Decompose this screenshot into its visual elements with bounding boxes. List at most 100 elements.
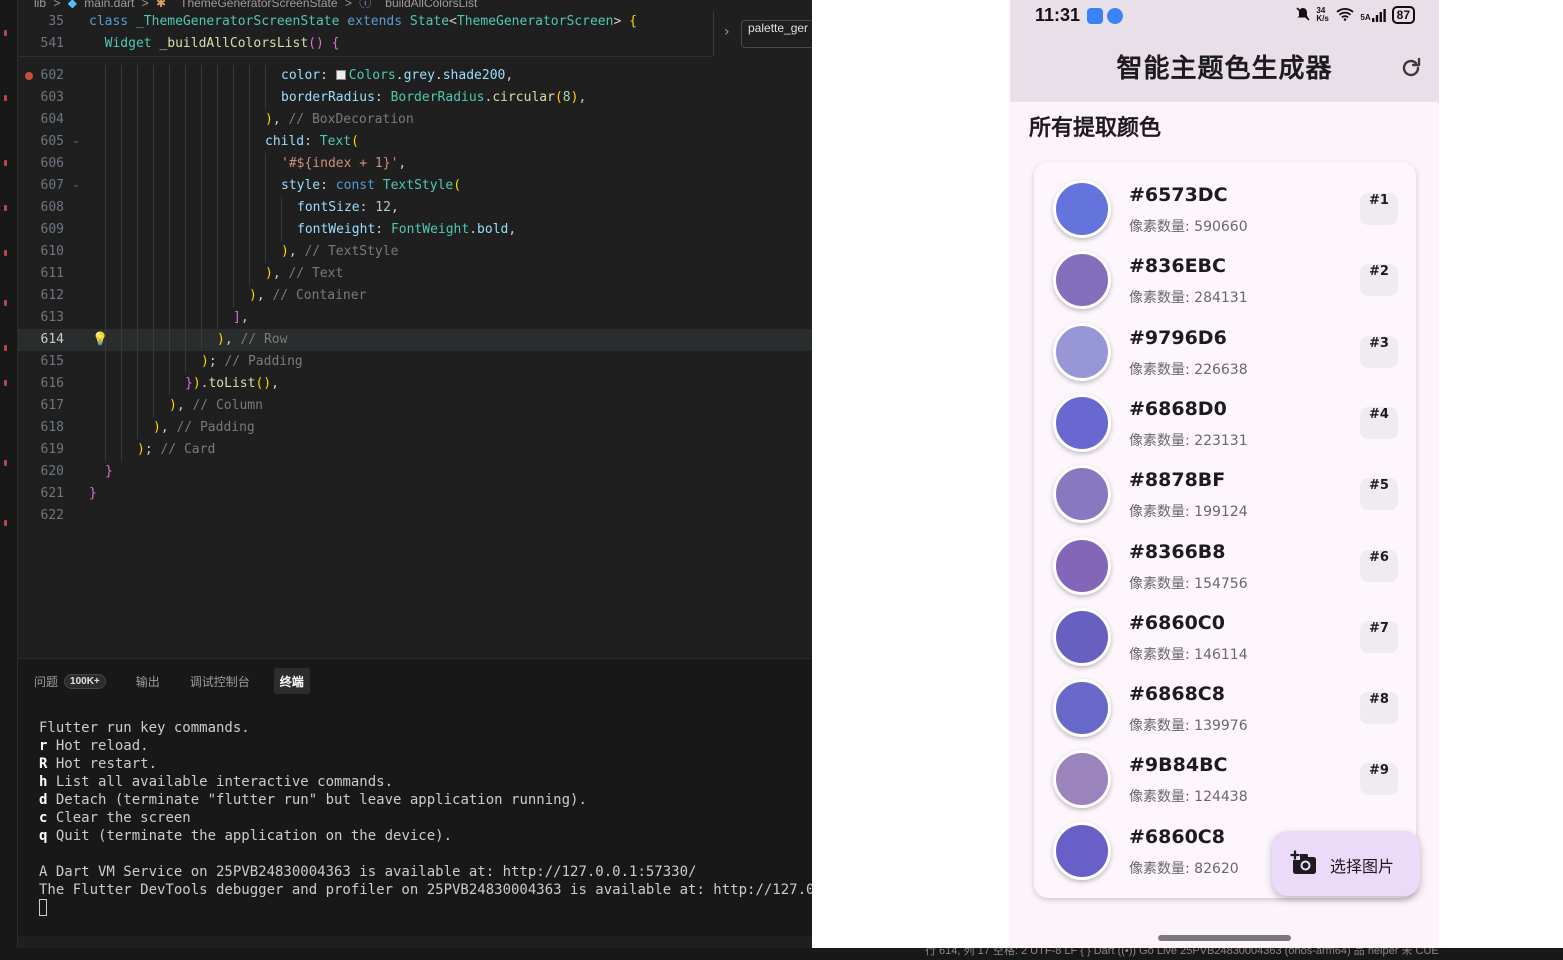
- color-list-item[interactable]: #6868C8 像素数量: 139976 #8: [1034, 661, 1416, 738]
- tab-terminal[interactable]: 终端: [273, 668, 310, 694]
- code-text: ), // Row: [217, 332, 288, 347]
- breadcrumb-folder[interactable]: lib: [34, 0, 46, 8]
- rank-badge: #1: [1360, 193, 1398, 225]
- line-number: 615: [40, 354, 64, 369]
- home-indicator[interactable]: [1158, 935, 1291, 941]
- color-swatch: [1053, 607, 1111, 666]
- code-text: borderRadius: BorderRadius.circular(8),: [281, 90, 587, 105]
- line-number: 621: [40, 486, 64, 501]
- color-swatch-icon: [335, 70, 346, 80]
- code-text: fontSize: 12,: [297, 200, 399, 215]
- rank-badge: #5: [1360, 478, 1398, 511]
- ide-status-bar: 行 614, 列 17 空格: 2 UTF-8 LF { } Dart ((•)…: [0, 945, 1563, 960]
- phone-status-bar: 11:31 34 K/s 5A 87: [1010, 0, 1439, 34]
- code-text: }: [89, 486, 97, 501]
- code-line-603[interactable]: 603 borderRadius: BorderRadius.circular(8…: [18, 87, 812, 109]
- code-text: child: Text(: [265, 134, 359, 149]
- color-hex: #9796D6: [1129, 326, 1227, 349]
- code-text: color: Colors.grey.shade200,: [281, 68, 514, 83]
- code-line-616[interactable]: 616}).toList(),: [18, 373, 812, 395]
- breadcrumb[interactable]: lib > ◆ main.dart > ✱ _ThemeGeneratorScr…: [18, 0, 812, 8]
- color-list-item[interactable]: #6573DC 像素数量: 590660 #1: [1034, 162, 1416, 238]
- color-list-item[interactable]: #6860C0 像素数量: 146114 #7: [1034, 590, 1416, 666]
- line-number: 608: [40, 200, 64, 215]
- code-line-618[interactable]: 618), // Padding: [18, 417, 812, 439]
- bottom-panel: 问题 100K+ 输出 调试控制台 终端 Flutter run key com…: [18, 658, 812, 936]
- line-number: 613: [40, 310, 64, 325]
- code-text: ), // Container: [249, 288, 367, 303]
- breadcrumb-method[interactable]: _buildAllColorsList: [379, 0, 478, 8]
- code-line-608[interactable]: 608 fontSize: 12,: [18, 197, 812, 219]
- color-list-item[interactable]: #836EBC 像素数量: 284131 #2: [1034, 233, 1416, 310]
- code-line-604[interactable]: 604), // BoxDecoration: [18, 109, 812, 131]
- code-line-619[interactable]: 619); // Card: [18, 439, 812, 461]
- breakpoint-icon[interactable]: [25, 72, 33, 80]
- tab-output[interactable]: 输出: [130, 668, 166, 694]
- color-swatch: [1053, 393, 1111, 452]
- line-number: 616: [40, 376, 64, 391]
- status-icons: 34 K/s 5A 87: [1296, 6, 1415, 24]
- code-editor[interactable]: decoration: BoxDecoration(602color: Colo…: [18, 42, 812, 655]
- editor-tab-overflow[interactable]: › palette_ger: [713, 12, 812, 56]
- terminal-line: A Dart VM Service on 25PVB24830004363 is…: [39, 864, 697, 880]
- terminal-output[interactable]: Flutter run key commands. r Hot reload. R …: [39, 719, 812, 918]
- pick-image-button[interactable]: 选择图片: [1272, 831, 1420, 896]
- rank-badge: #2: [1360, 264, 1398, 297]
- code-text: ), // Text: [265, 266, 344, 281]
- code-line-622[interactable]: 622: [18, 505, 812, 527]
- color-swatch: [1053, 180, 1111, 238]
- color-list-item[interactable]: #8878BF 像素数量: 199124 #5: [1034, 447, 1416, 524]
- terminal-line: r Hot reload.: [39, 738, 149, 754]
- refresh-icon[interactable]: [1399, 56, 1423, 80]
- chevron-right-icon[interactable]: ›: [724, 24, 730, 40]
- code-text: ), // Column: [169, 398, 263, 413]
- phone-screen: 11:31 34 K/s 5A 87 智能主题色生成器 所有提取颜色 #6573…: [1010, 0, 1439, 948]
- code-line-614[interactable]: 614 💡), // Row: [18, 329, 812, 351]
- code-text: ); // Card: [137, 442, 216, 457]
- color-swatch: [1053, 322, 1111, 381]
- code-line-617[interactable]: 617), // Column: [18, 395, 812, 417]
- line-number: 603: [40, 90, 64, 105]
- pixel-count: 像素数量: 82620: [1129, 860, 1239, 877]
- line-number: 611: [40, 266, 64, 281]
- rank-badge: #3: [1360, 335, 1398, 368]
- code-text: ), // BoxDecoration: [265, 112, 414, 127]
- breadcrumb-file[interactable]: main.dart: [84, 0, 134, 8]
- terminal-line: The Flutter DevTools debugger and profil…: [39, 882, 812, 898]
- color-list-item[interactable]: #9796D6 像素数量: 226638 #3: [1034, 305, 1416, 381]
- fold-chevron-icon[interactable]: ⌄: [72, 181, 80, 190]
- code-line-620[interactable]: 620}: [18, 461, 812, 483]
- terminal-line: R Hot restart.: [39, 756, 158, 772]
- code-line-612[interactable]: 612), // Container: [18, 285, 812, 307]
- code-line-605[interactable]: 605 ⌄ child: Text(: [18, 131, 812, 153]
- code-line-613[interactable]: 613],: [18, 307, 812, 329]
- sticky-line-method: 541 Widget _buildAllColorsList() {: [18, 33, 712, 55]
- tab-problems[interactable]: 问题 100K+: [28, 668, 112, 694]
- class-icon: ✱: [156, 0, 167, 8]
- code-line-610[interactable]: 610), // TextStyle: [18, 241, 812, 263]
- sticky-scroll-header[interactable]: 35 class _ThemeGeneratorScreenState exte…: [18, 11, 712, 57]
- code-text: ), // Padding: [153, 420, 255, 435]
- code-line-606[interactable]: 606 '#${index + 1}',: [18, 153, 812, 175]
- code-line-609[interactable]: 609 fontWeight: FontWeight.bold,: [18, 219, 812, 241]
- color-list-item[interactable]: #6868D0 像素数量: 223131 #4: [1034, 376, 1416, 452]
- color-swatch: [1053, 821, 1111, 880]
- code-line-615[interactable]: 615); // Padding: [18, 351, 812, 373]
- code-line-621[interactable]: 621}: [18, 483, 812, 505]
- code-line-602[interactable]: 602 color: Colors.grey.shade200,: [18, 65, 812, 87]
- breadcrumb-class[interactable]: _ThemeGeneratorScreenState: [173, 0, 337, 8]
- code-text: ), // TextStyle: [281, 244, 399, 259]
- color-list-item[interactable]: #9B84BC 像素数量: 124438 #9: [1034, 732, 1416, 809]
- notification-app-icon: [1087, 8, 1103, 24]
- code-line-607[interactable]: 607 ⌄ style: const TextStyle(: [18, 175, 812, 197]
- color-hex: #8878BF: [1129, 469, 1226, 492]
- tab-palette-generator[interactable]: palette_ger: [741, 20, 812, 48]
- mute-bell-icon: [1296, 6, 1310, 24]
- code-line-611[interactable]: 611 ), // Text: [18, 263, 812, 285]
- color-list-item[interactable]: #8366B8 像素数量: 154756 #6: [1034, 519, 1416, 595]
- fold-chevron-icon[interactable]: ⌄: [72, 137, 80, 146]
- tab-debug-console[interactable]: 调试控制台: [184, 668, 256, 694]
- page-title: 智能主题色生成器: [1116, 54, 1333, 84]
- dart-file-icon: ◆: [67, 0, 77, 8]
